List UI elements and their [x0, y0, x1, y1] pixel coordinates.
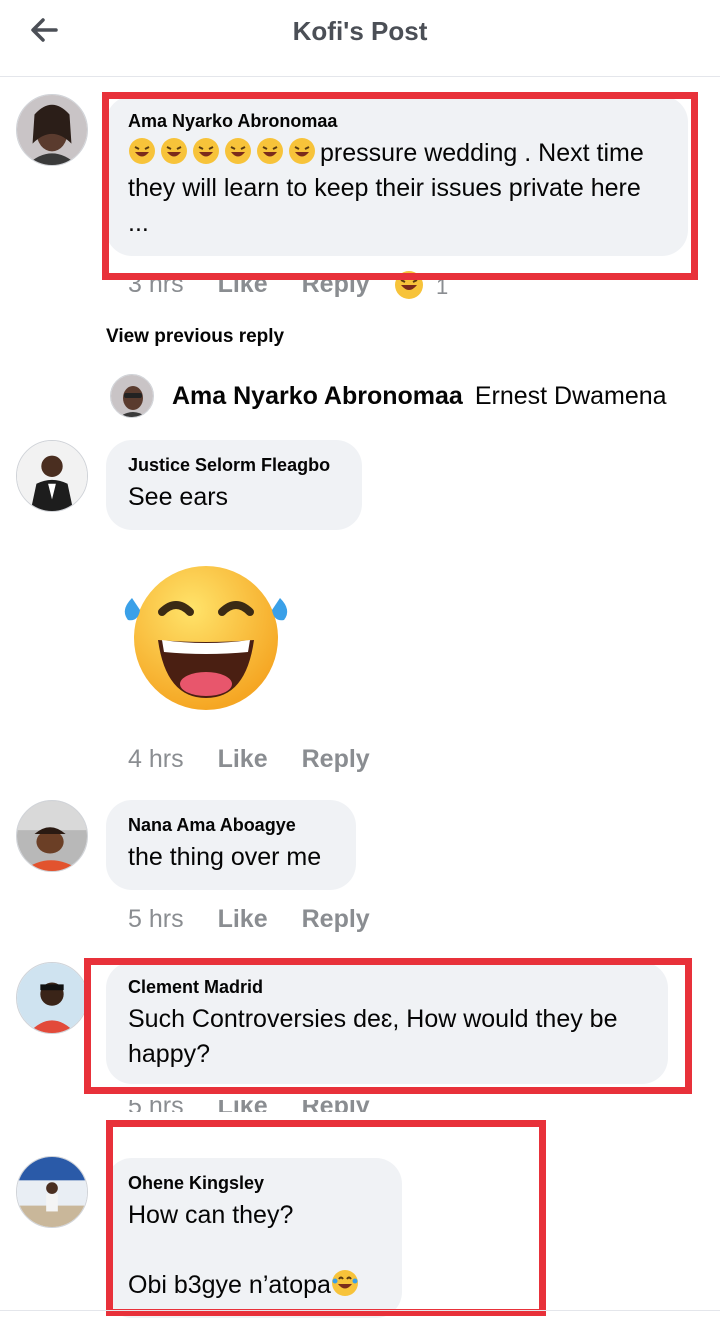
like-button[interactable]: Like [218, 1100, 268, 1112]
reply-author[interactable]: Ama Nyarko Abronomaa [172, 382, 463, 411]
like-button[interactable]: Like [218, 905, 268, 934]
avatar[interactable] [16, 962, 88, 1034]
avatar[interactable] [16, 800, 88, 872]
haha-reaction-icon[interactable] [392, 268, 426, 302]
comment-time: 5 hrs [128, 905, 184, 933]
comment-line-1: How can they? [128, 1201, 294, 1229]
comment-time: 5 hrs [128, 1100, 184, 1112]
comment-author[interactable]: Ohene Kingsley [128, 1172, 380, 1194]
comment-bubble[interactable]: Nana Ama Aboagye the thing over me [106, 800, 356, 890]
comment-time: 3 hrs [128, 270, 184, 298]
comment-author[interactable]: Justice Selorm Fleagbo [128, 454, 340, 476]
reply-preview[interactable]: Ama Nyarko Abronomaa Ernest Dwamena [110, 374, 667, 418]
laughing-with-tears-sticker [124, 566, 288, 710]
like-button[interactable]: Like [218, 270, 268, 299]
comment-actions: 3 hrs Like Reply [128, 270, 370, 299]
comment-text: How can they? Obi b3gye n’atopa [128, 1198, 380, 1303]
avatar[interactable] [16, 440, 88, 512]
reply-button[interactable]: Reply [302, 905, 370, 934]
avatar[interactable] [16, 94, 88, 166]
comment-time: 4 hrs [128, 745, 184, 773]
comment-bubble[interactable]: Ohene Kingsley How can they? Obi b3gye n’… [106, 1158, 402, 1318]
avatar[interactable] [16, 1156, 88, 1228]
reply-button[interactable]: Reply [302, 270, 370, 299]
reply-button[interactable]: Reply [302, 1100, 370, 1112]
view-previous-reply-link[interactable]: View previous reply [106, 326, 284, 348]
header-bar: Kofi's Post [0, 0, 720, 77]
like-button[interactable]: Like [218, 745, 268, 774]
comment-author[interactable]: Nana Ama Aboagye [128, 814, 334, 836]
reply-button[interactable]: Reply [302, 745, 370, 774]
laughing-tears-icon [331, 1270, 358, 1296]
comment-actions: 5 hrs Like Reply [128, 905, 370, 934]
comment-actions: 5 hrs Like Reply [128, 1100, 370, 1112]
reply-text: Ernest Dwamena [474, 381, 667, 410]
comment-text: Such Controversies deɛ, How would they b… [128, 1005, 625, 1068]
reaction-count: 1 [436, 274, 449, 299]
comment-actions: 4 hrs Like Reply [128, 745, 370, 774]
comment-bubble[interactable]: Clement Madrid Such Controversies deɛ, H… [106, 962, 668, 1084]
comment-text: pressure wedding . Next time they will l… [128, 136, 666, 241]
rolling-laughing-icon [128, 138, 320, 167]
comment-author[interactable]: Ama Nyarko Abronomaa [128, 110, 666, 132]
comment-bubble[interactable]: Justice Selorm Fleagbo See ears [106, 440, 362, 530]
comment-bubble[interactable]: Ama Nyarko Abronomaa pressure wedding . … [106, 96, 688, 256]
comment-text: the thing over me [128, 843, 322, 871]
comment-line-2: Obi b3gye n’atopa [128, 1271, 331, 1299]
comment-text: See ears [128, 483, 229, 511]
page-title: Kofi's Post [292, 16, 428, 46]
avatar [110, 374, 154, 418]
divider [0, 1310, 720, 1311]
comment-author[interactable]: Clement Madrid [128, 976, 646, 998]
